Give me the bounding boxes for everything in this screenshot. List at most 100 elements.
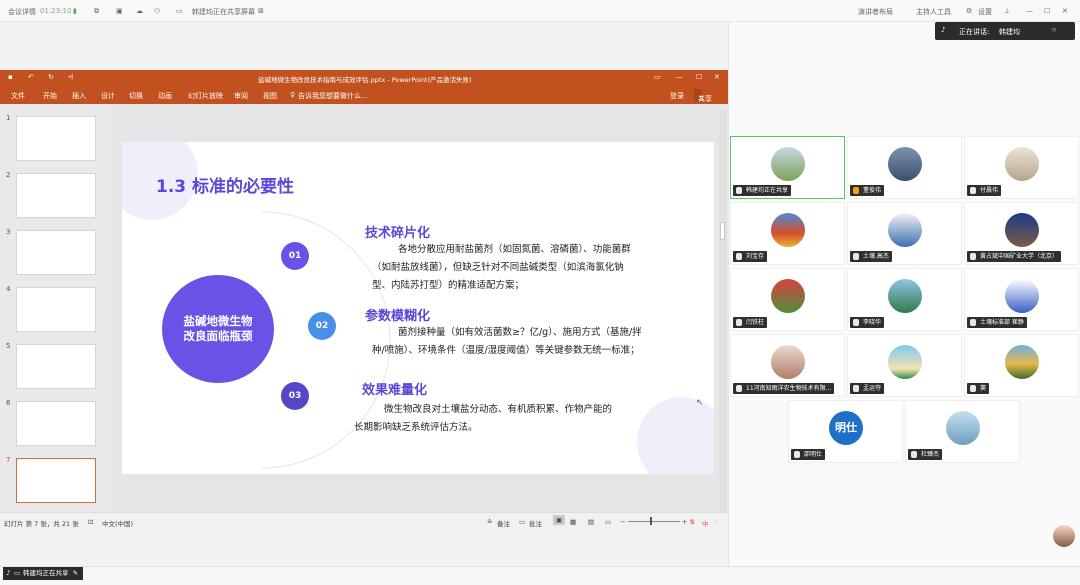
participant-name-text: 11河南知雨洋农生物技术有限... [746, 385, 832, 392]
close-icon[interactable]: ✕ [1062, 7, 1068, 15]
participant-tile[interactable]: 土壤标准部 崔静 [964, 268, 1079, 331]
redo-icon[interactable]: ↻ [48, 73, 54, 81]
slide-thumbnail[interactable] [16, 344, 96, 389]
notes-icon[interactable]: ≙ [487, 518, 492, 526]
comments-button[interactable]: 批注 [529, 518, 542, 528]
participant-tile[interactable]: 董俊伟 [847, 136, 962, 199]
vertical-scrollbar[interactable] [719, 110, 726, 514]
slide-thumbnail[interactable] [16, 173, 96, 218]
language-indicator: 中文(中国) [102, 520, 134, 528]
participant-tile[interactable]: 孟运夺 [847, 334, 962, 397]
undo-icon[interactable]: ↶ [28, 73, 34, 81]
slide-thumbnail[interactable] [16, 230, 96, 275]
ime-chinese-icon[interactable]: 中 [702, 518, 709, 528]
tab-transitions[interactable]: 切换 [129, 91, 143, 101]
avatar [946, 411, 980, 445]
minimize-icon[interactable]: — [1026, 7, 1033, 15]
zoom-slider[interactable] [628, 521, 680, 522]
normal-view-icon[interactable]: ▣ [553, 515, 566, 525]
tab-design[interactable]: 设计 [101, 91, 115, 101]
tab-slideshow[interactable]: 幻灯片放映 [188, 91, 223, 101]
participant-tile[interactable]: 明仕 邵明仕 [788, 400, 903, 463]
tab-animations[interactable]: 动画 [158, 91, 172, 101]
tab-file[interactable]: 文件 [11, 91, 25, 101]
maximize-icon[interactable]: ☐ [1044, 7, 1050, 15]
meeting-details-link[interactable]: 会议详情 [8, 7, 36, 17]
participant-name: 闫铁柱 [733, 317, 768, 328]
scrollbar-thumb[interactable] [720, 222, 725, 240]
reading-view-icon[interactable]: ▤ [588, 518, 594, 526]
assistant-avatar[interactable] [1053, 525, 1075, 547]
participant-tile[interactable]: 闫铁柱 [730, 268, 845, 331]
participant-grid: 韩建均正在共享 董俊伟 付晨伟 刘宝存 土壤.高杰 黄占斌中国矿业大学（北京） … [730, 136, 1080, 472]
host-tools-button[interactable]: 主持人工具 [916, 7, 951, 17]
slide-thumbnail[interactable] [16, 287, 96, 332]
speaking-indicator: ♪ 正在讲话: 韩建均 ≋ [935, 22, 1075, 40]
sorter-view-icon[interactable]: ▦ [570, 518, 576, 526]
participant-name-text: 邵明仕 [804, 451, 823, 458]
section-body: 各地分散应用耐盐菌剂（如固氮菌、溶磷菌）、功能菌群 （如耐盐放线菌），但缺乏针对… [372, 241, 712, 295]
zoom-in-icon[interactable]: + [682, 518, 687, 526]
tab-insert[interactable]: 插入 [72, 91, 86, 101]
mic-icon [970, 385, 976, 392]
cloud-icon[interactable]: ☁ [136, 7, 143, 15]
participant-tile[interactable]: 黄占斌中国矿业大学（北京） [964, 202, 1079, 265]
notes-button[interactable]: 备注 [497, 518, 510, 528]
save-icon[interactable]: ▪ [8, 73, 13, 81]
participant-tile[interactable]: 杜臻杰 [905, 400, 1020, 463]
thumb-number: 1 [6, 114, 11, 122]
gear-icon[interactable]: ⚙ [966, 7, 972, 15]
comments-icon[interactable]: ▭ [519, 518, 525, 526]
pin-icon[interactable]: ⊥ [1004, 7, 1010, 15]
share-button[interactable]: ♙ 共享 [694, 89, 712, 103]
participant-tile[interactable]: 刘宝存 [730, 202, 845, 265]
slide-title: 1.3 标准的必要性 [156, 177, 295, 197]
popout-icon[interactable]: ⧉ [94, 7, 99, 16]
participant-tile[interactable]: 韩建均正在共享 [730, 136, 845, 199]
speaker-view-button[interactable]: 演讲者布局 [858, 7, 893, 17]
mic-icon [736, 253, 742, 260]
tab-home[interactable]: 开始 [43, 91, 57, 101]
participant-name: 邵明仕 [791, 449, 826, 460]
powerpoint-window: ▪ ↶ ↻ ⩤ 盐碱地微生物改良技术指南与成效评估.pptx - PowerPo… [0, 70, 728, 530]
thumb-number: 5 [6, 342, 11, 350]
participant-tile[interactable]: 窦 [964, 334, 1079, 397]
settings-button[interactable]: 设置 [978, 7, 992, 17]
participant-tile[interactable]: 土壤.高杰 [847, 202, 962, 265]
current-slide[interactable]: 1.3 标准的必要性 盐碱地微生物 改良面临瓶颈 01 02 03 技术碎片化 … [122, 142, 714, 474]
slide-thumbnail[interactable] [16, 116, 96, 161]
ppt-close-icon[interactable]: ✕ [714, 73, 720, 81]
slide-thumbnail[interactable] [16, 401, 96, 446]
mic-icon [794, 451, 800, 458]
ribbon-options-icon[interactable]: ▭ [654, 73, 661, 81]
sharing-close-icon[interactable]: ⊠ [258, 7, 264, 15]
participant-tile[interactable]: 付晨伟 [964, 136, 1079, 199]
mouse-cursor-icon: ↖ [696, 398, 704, 408]
ime-punct-icon[interactable]: · [715, 518, 717, 526]
participant-name: 李晓华 [850, 317, 885, 328]
ppt-minimize-icon[interactable]: — [676, 73, 683, 81]
thumb-number: 6 [6, 399, 11, 407]
slide-thumbnail-pane: 1 2 3 4 5 6 7 [0, 104, 112, 512]
participant-tile[interactable]: 李晓华 [847, 268, 962, 331]
participant-tile[interactable]: 11河南知雨洋农生物技术有限... [730, 334, 845, 397]
mic-icon [970, 187, 976, 194]
tab-view[interactable]: 视图 [263, 91, 277, 101]
slide-thumbnail-selected[interactable] [16, 458, 96, 503]
tab-review[interactable]: 审阅 [234, 91, 248, 101]
section-heading: 效果难量化 [362, 383, 428, 398]
document-icon[interactable]: ▣ [116, 7, 123, 15]
zoom-out-icon[interactable]: − [620, 518, 625, 526]
login-button[interactable]: 登录 [670, 91, 684, 101]
slideshow-view-icon[interactable]: ▭ [605, 518, 611, 526]
tell-me-box[interactable]: 告诉我您想要做什么... [298, 91, 368, 101]
number-badge: 02 [308, 312, 336, 340]
lightbulb-icon: ♀ [290, 91, 296, 99]
number-badge: 03 [281, 382, 309, 410]
quick-access-icon[interactable]: ⩤ [68, 73, 74, 82]
people-icon[interactable]: ⚇ [154, 7, 160, 15]
input-method-icon[interactable]: S [690, 518, 695, 526]
ppt-maximize-icon[interactable]: ☐ [696, 73, 702, 81]
spellcheck-icon[interactable]: ⊡ [88, 518, 93, 526]
zoom-slider-thumb[interactable] [650, 517, 652, 525]
